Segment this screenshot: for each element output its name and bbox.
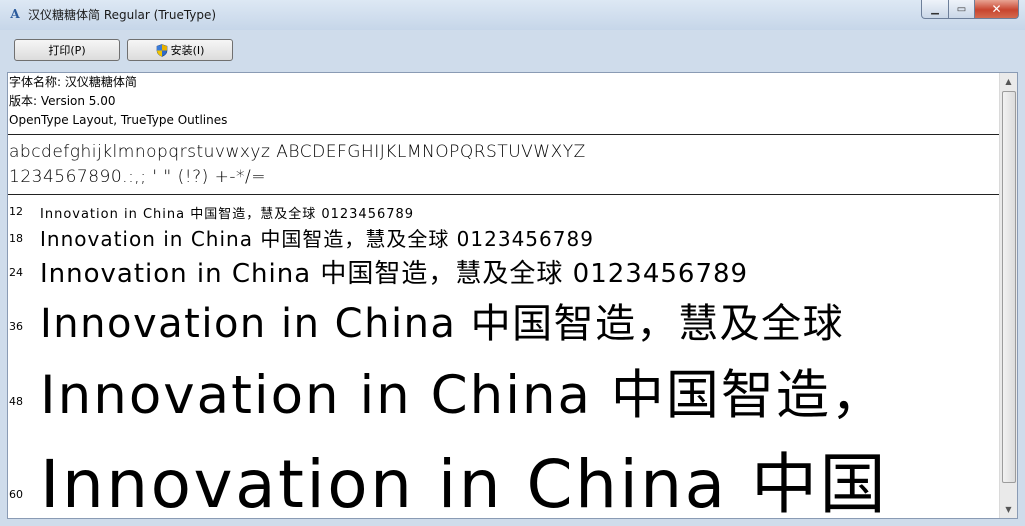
sample-text: Innovation in China 中国智造，慧及全球 xyxy=(40,301,845,347)
size-label: 60 xyxy=(9,488,23,501)
sample-text: Innovation in China 中国智造，慧及全球 0123456789 xyxy=(40,259,749,289)
toolbar: 打印(P) 安装(I) xyxy=(0,30,1025,71)
sample-text: Innovation in China 中国 xyxy=(40,446,889,519)
scroll-down-arrow[interactable]: ▼ xyxy=(1000,501,1017,518)
size-label: 36 xyxy=(9,320,23,333)
scroll-up-icon: ▲ xyxy=(1005,77,1012,86)
scrollbar-thumb[interactable] xyxy=(1002,91,1016,483)
font-version-line: 版本: Version 5.00 xyxy=(9,94,116,108)
size-label: 24 xyxy=(9,266,23,279)
window-controls: ▁ ▭ ✕ xyxy=(921,0,1019,20)
title-bar: A 汉仪糖糖体简 Regular (TrueType) ▁ ▭ ✕ xyxy=(0,0,1025,30)
uac-shield-icon xyxy=(156,43,167,57)
window-title: 汉仪糖糖体简 Regular (TrueType) xyxy=(28,8,217,22)
font-name-line: 字体名称: 汉仪糖糖体简 xyxy=(9,75,137,89)
font-outlines-line: OpenType Layout, TrueType Outlines xyxy=(9,113,228,127)
size-label: 18 xyxy=(9,232,23,245)
sample-text: Innovation in China 中国智造，慧及全球 0123456789 xyxy=(40,227,594,251)
sample-row-18: 18 Innovation in China 中国智造，慧及全球 0123456… xyxy=(8,221,1001,251)
size-label: 48 xyxy=(9,395,23,408)
sample-text: Innovation in China 中国智造，慧及全球 0123456789 xyxy=(40,207,415,222)
size-label: 12 xyxy=(9,205,23,218)
maximize-icon: ▭ xyxy=(956,3,967,15)
separator xyxy=(8,134,1001,135)
scroll-down-icon: ▼ xyxy=(1005,505,1012,514)
maximize-button[interactable]: ▭ xyxy=(949,0,975,19)
sample-row-36: 36 Innovation in China 中国智造，慧及全球 xyxy=(8,287,1001,347)
scroll-up-arrow[interactable]: ▲ xyxy=(1000,73,1017,90)
sample-row-48: 48 Innovation in China 中国智造， xyxy=(8,349,1001,423)
close-button[interactable]: ✕ xyxy=(975,0,1019,19)
font-preview-pane: 字体名称: 汉仪糖糖体简 版本: Version 5.00 OpenType L… xyxy=(7,72,1018,519)
charset-symbols: 1234567890.:,; ' " (!?) +-*/= xyxy=(9,167,266,187)
sample-row-60: 60 Innovation in China 中国 xyxy=(8,427,1001,519)
sample-row-12: 12 Innovation in China 中国智造，慧及全球 0123456… xyxy=(8,201,1001,223)
print-button[interactable]: 打印(P) xyxy=(14,39,120,61)
font-app-icon: A xyxy=(10,7,20,21)
minimize-button[interactable]: ▁ xyxy=(921,0,949,19)
install-button[interactable]: 安装(I) xyxy=(127,39,233,61)
separator xyxy=(8,194,1001,195)
install-button-label: 安装(I) xyxy=(170,44,205,57)
charset-letters: abcdefghijklmnopqrstuvwxyz ABCDEFGHIJKLM… xyxy=(9,142,586,162)
print-button-label: 打印(P) xyxy=(48,44,86,57)
minimize-icon: ▁ xyxy=(931,3,939,15)
close-icon: ✕ xyxy=(991,2,1002,16)
sample-row-24: 24 Innovation in China 中国智造，慧及全球 0123456… xyxy=(8,251,1001,289)
vertical-scrollbar[interactable]: ▲ ▼ xyxy=(999,73,1017,518)
sample-text: Innovation in China 中国智造， xyxy=(40,365,886,423)
